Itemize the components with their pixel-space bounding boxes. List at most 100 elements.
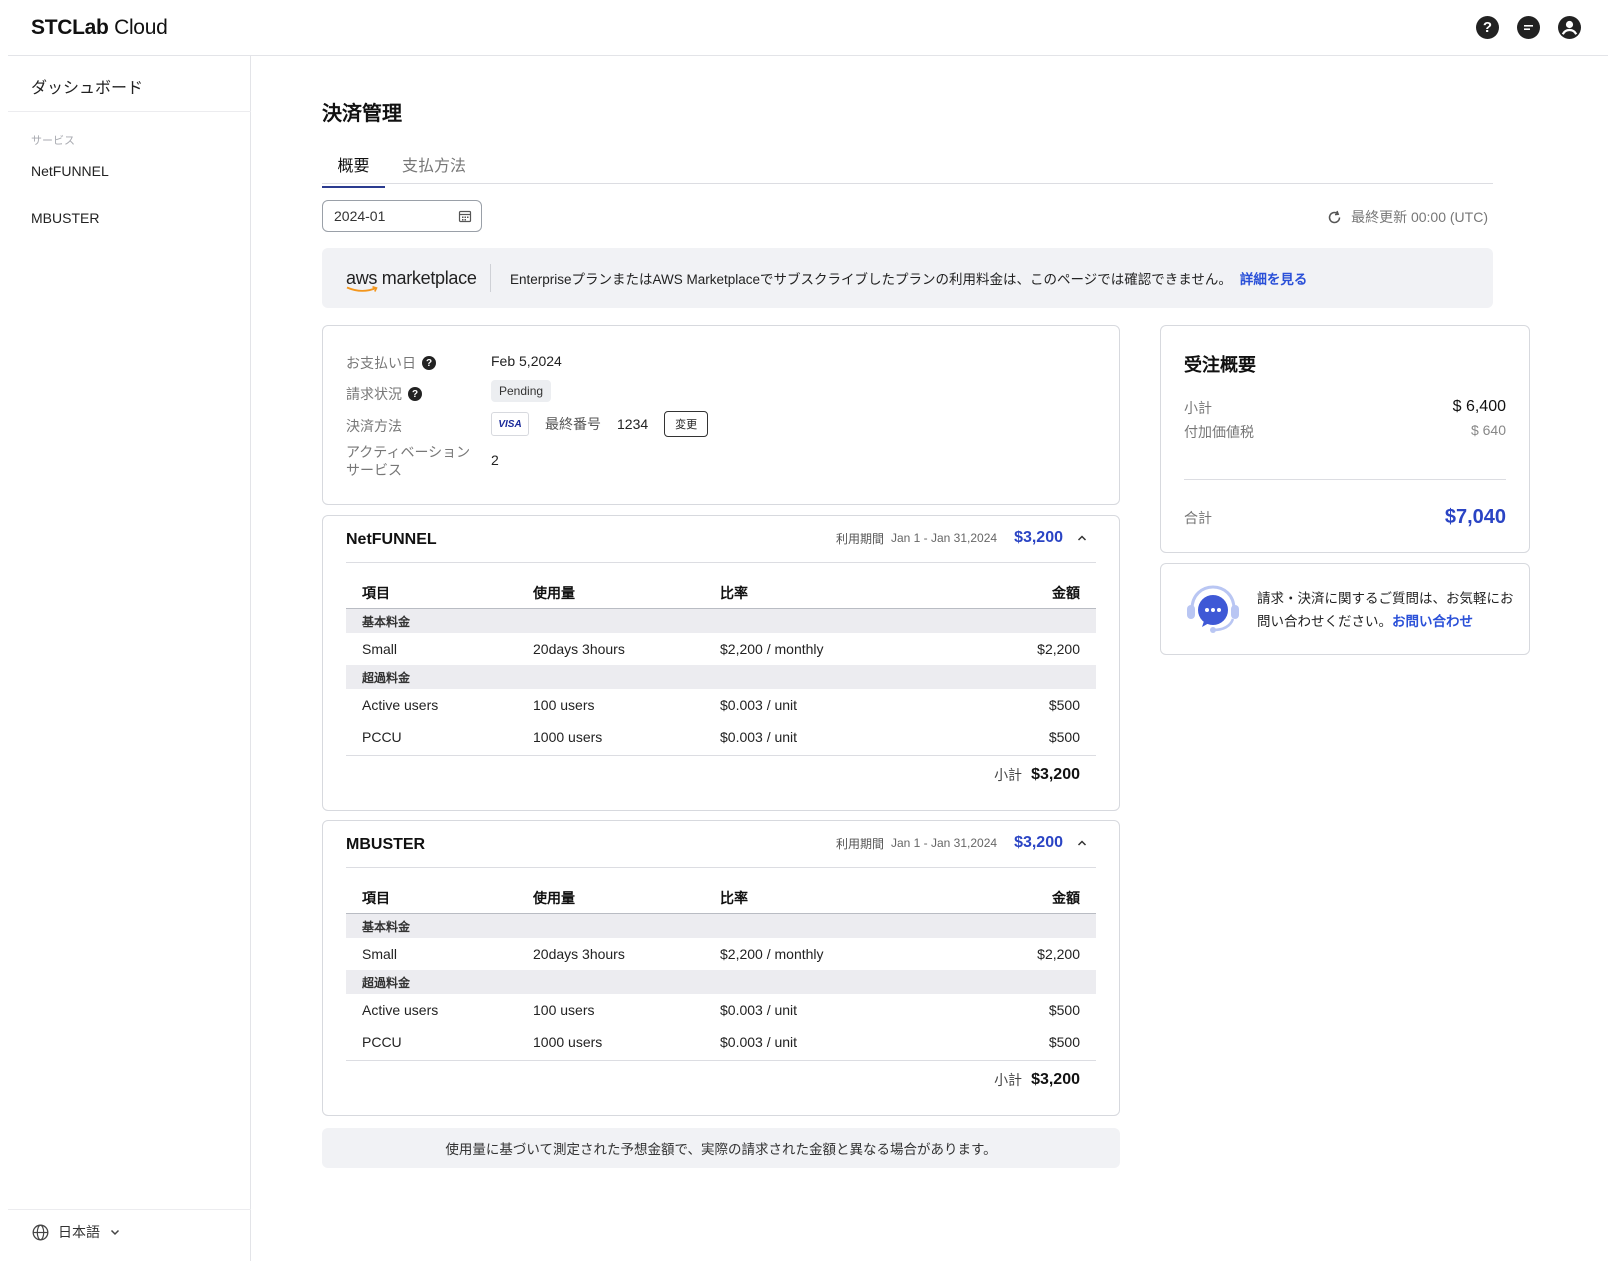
group-base-fee: 基本料金 <box>346 914 1096 938</box>
subtotal-label: 小計 <box>994 767 1023 783</box>
app-logo[interactable]: STCLab Cloud <box>31 16 168 40</box>
cell-amount: $500 <box>1048 729 1080 745</box>
tab-overview[interactable]: 概要 <box>322 152 385 188</box>
summary-subtotal-value: $ 6,400 <box>1452 398 1506 415</box>
sidebar-divider <box>8 1209 251 1210</box>
subtotal-value: $3,200 <box>1031 766 1080 783</box>
refresh-status[interactable]: 最終更新 00:00 (UTC) <box>1327 207 1488 227</box>
service-header[interactable]: NetFUNNEL 利用期間 Jan 1 - Jan 31,2024 $3,20… <box>346 516 1096 563</box>
contact-text: 請求・決済に関するご質問は、お気軽にお問い合わせください。 <box>1257 591 1514 629</box>
col-usage: 使用量 <box>533 585 575 601</box>
sidebar-item-dashboard[interactable]: ダッシュボード <box>31 74 143 98</box>
active-services-label-line1: アクティベーション <box>346 444 471 460</box>
cell-rate: $0.003 / unit <box>720 1034 798 1050</box>
cell-usage: 1000 users <box>533 1034 603 1050</box>
col-usage: 使用量 <box>533 890 575 906</box>
cell-amount: $500 <box>1048 697 1080 713</box>
service-name: NetFUNNEL <box>346 531 437 548</box>
cell-amount: $2,200 <box>1037 946 1080 962</box>
service-card-netfunnel: NetFUNNEL 利用期間 Jan 1 - Jan 31,2024 $3,20… <box>322 515 1120 811</box>
service-subtotal: 小計 $3,200 <box>346 1061 1096 1099</box>
service-card-mbuster: MBUSTER 利用期間 Jan 1 - Jan 31,2024 $3,200 … <box>322 820 1120 1116</box>
service-subtotal: 小計 $3,200 <box>346 756 1096 794</box>
service-meta: 利用期間 Jan 1 - Jan 31,2024 $3,200 <box>836 834 1096 852</box>
service-amount: $3,200 <box>1014 529 1063 546</box>
last-updated: 最終更新 00:00 (UTC) <box>1351 209 1488 225</box>
active-services-label-line2: サービス <box>346 462 402 478</box>
col-amount: 金額 <box>1052 585 1080 601</box>
cell-usage: 1000 users <box>533 729 603 745</box>
visa-card-icon: VISA <box>491 412 529 436</box>
aws-banner-text: EnterpriseプランまたはAWS Marketplaceでサブスクライブし… <box>510 272 1232 287</box>
summary-vat-value: $ 640 <box>1470 422 1506 438</box>
cell-item: PCCU <box>362 1034 402 1050</box>
page-title: 決済管理 <box>322 103 402 125</box>
chat-icon[interactable] <box>1517 16 1540 39</box>
contact-link[interactable]: お問い合わせ <box>1392 614 1473 629</box>
service-name: MBUSTER <box>346 836 426 853</box>
service-header[interactable]: MBUSTER 利用期間 Jan 1 - Jan 31,2024 $3,200 <box>346 821 1096 868</box>
chevron-up-icon[interactable] <box>1076 532 1088 544</box>
pay-date: Feb 5,2024 <box>491 353 562 369</box>
cell-usage: 100 users <box>533 1002 595 1018</box>
cell-item: Active users <box>362 1002 439 1018</box>
refresh-icon <box>1328 210 1341 223</box>
summary-subtotal-label: 小計 <box>1184 400 1212 416</box>
subtotal-label: 小計 <box>994 1072 1023 1088</box>
cell-amount: $2,200 <box>1037 641 1080 657</box>
cell-rate: $0.003 / unit <box>720 697 798 713</box>
sidebar-item-mbuster[interactable]: MBUSTER <box>31 210 99 226</box>
table-row: PCCU 1000 users $0.003 / unit $500 <box>346 1026 1096 1058</box>
payment-method-value: VISA 最終番号 1234 変更 <box>491 411 709 437</box>
cell-rate: $2,200 / monthly <box>720 641 824 657</box>
table-header: 項目 使用量 比率 金額 <box>346 883 1096 914</box>
cell-usage: 100 users <box>533 697 595 713</box>
top-icons: ? <box>1476 16 1581 39</box>
group-overage-fee: 超過料金 <box>346 665 1096 689</box>
cell-usage: 20days 3hours <box>533 641 625 657</box>
month-picker[interactable]: 2024-01 <box>322 200 482 232</box>
period-label: 利用期間 <box>835 836 884 851</box>
chevron-up-icon[interactable] <box>1076 837 1088 849</box>
pay-date-label: お支払い日 <box>346 355 416 371</box>
help-icon[interactable]: ? <box>1476 16 1499 39</box>
col-item: 項目 <box>362 890 390 906</box>
calendar-icon <box>458 210 472 223</box>
banner-divider <box>490 264 491 292</box>
help-icon[interactable]: ? <box>408 387 422 401</box>
month-value: 2024-01 <box>334 208 386 224</box>
help-icon[interactable]: ? <box>422 356 436 370</box>
aws-details-link[interactable]: 詳細を見る <box>1240 268 1308 288</box>
charges-table: 項目 使用量 比率 金額 基本料金 Small 20days 3hours $2… <box>346 883 1096 1099</box>
summary-total-row: 合計 $7,040 <box>1184 506 1506 529</box>
sidebar-item-netfunnel[interactable]: NetFUNNEL <box>31 163 109 179</box>
last-digits: 1234 <box>617 416 649 432</box>
period-label: 利用期間 <box>835 531 884 546</box>
chevron-down-icon <box>110 1229 120 1236</box>
sidebar-section-label: サービス <box>31 135 75 147</box>
col-item: 項目 <box>362 585 390 601</box>
change-payment-button[interactable]: 変更 <box>664 411 709 437</box>
subtotal-value: $3,200 <box>1031 1071 1080 1088</box>
tab-payment-method[interactable]: 支払方法 <box>402 152 466 186</box>
language-selector[interactable]: 日本語 <box>32 1222 121 1242</box>
cell-amount: $500 <box>1048 1034 1080 1050</box>
language-label: 日本語 <box>58 1224 100 1240</box>
status-badge-wrap: Pending <box>491 380 552 402</box>
service-meta: 利用期間 Jan 1 - Jan 31,2024 $3,200 <box>836 529 1096 547</box>
cell-usage: 20days 3hours <box>533 946 625 962</box>
summary-vat-label: 付加価値税 <box>1184 424 1254 440</box>
cell-rate: $0.003 / unit <box>720 729 798 745</box>
service-amount: $3,200 <box>1014 834 1063 851</box>
order-summary-card: 受注概要 小計 $ 6,400 付加価値税 $ 640 合計 $7,040 <box>1160 325 1530 553</box>
table-row: PCCU 1000 users $0.003 / unit $500 <box>346 721 1096 753</box>
table-row: Small 20days 3hours $2,200 / monthly $2,… <box>346 938 1096 970</box>
table-header: 項目 使用量 比率 金額 <box>346 578 1096 609</box>
group-overage-fee: 超過料金 <box>346 970 1096 994</box>
table-row: Small 20days 3hours $2,200 / monthly $2,… <box>346 633 1096 665</box>
charges-table: 項目 使用量 比率 金額 基本料金 Small 20days 3hours $2… <box>346 578 1096 794</box>
cell-rate: $2,200 / monthly <box>720 946 824 962</box>
cell-item: Active users <box>362 697 439 713</box>
status-label: 請求状況 <box>346 386 402 402</box>
account-icon[interactable] <box>1558 16 1581 39</box>
